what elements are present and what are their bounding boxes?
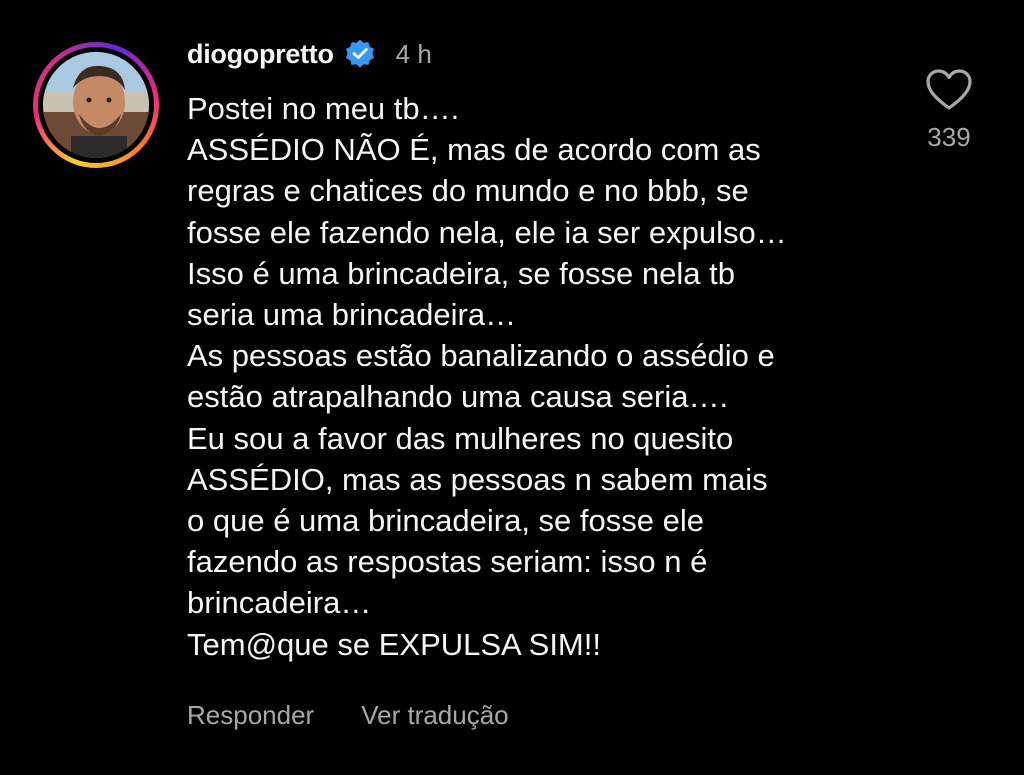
comment-line: regras e chatices do mundo e no bbb, se [187,173,749,209]
comment-line: brincadeira… [187,585,372,621]
comment-line: o que é uma brincadeira, se fosse ele [187,503,704,539]
comment-text: Postei no meu tb…. ASSÉDIO NÃO É, mas de… [187,88,907,665]
comment-line: Tem@que se EXPULSA SIM!! [187,626,601,662]
see-translation-button[interactable]: Ver tradução [361,700,508,731]
comment: diogopretto 4 h Postei no meu tb…. ASSÉD… [0,0,1024,775]
comment-line: estão atrapalhando uma causa seria…. [187,379,729,415]
comment-actions: Responder Ver tradução [187,700,509,731]
like-count: 339 [927,122,971,152]
comment-line: seria uma brincadeira… [187,297,517,333]
comment-line: Isso é uma brincadeira, se fosse nela tb [187,255,735,291]
comment-line: fosse ele fazendo nela, ele ia ser expul… [187,214,787,250]
verified-badge-icon [345,39,374,68]
comment-line: ASSÉDIO NÃO É, mas de acordo com as [187,132,761,168]
comment-line: ASSÉDIO, mas as pessoas n sabem mais [187,461,768,497]
like-section: 339 [922,68,976,153]
avatar[interactable] [43,52,149,158]
avatar-story-ring[interactable] [33,42,159,168]
username[interactable]: diogopretto [187,39,334,70]
comment-line: As pessoas estão banalizando o assédio e [187,338,775,374]
avatar-photo [43,52,149,158]
reply-button[interactable]: Responder [187,700,314,731]
comment-line: Postei no meu tb…. [187,91,460,126]
timestamp: 4 h [395,38,432,69]
comment-header: diogopretto 4 h [187,32,432,76]
comment-line: fazendo as respostas seriam: isso n é [187,544,708,580]
comment-line: Eu sou a favor das mulheres no quesito [187,420,734,456]
heart-outline-icon[interactable] [925,68,973,112]
